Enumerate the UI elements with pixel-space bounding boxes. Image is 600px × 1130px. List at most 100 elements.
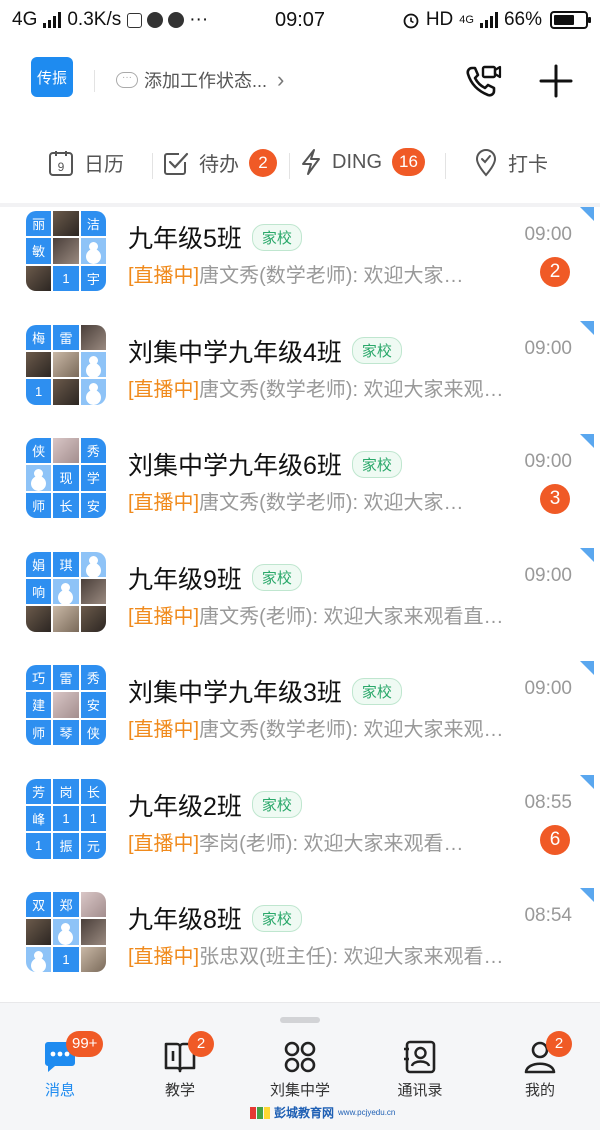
default-person-icon <box>26 946 52 972</box>
conversation-row[interactable]: 双郑 1 九年级8班 家校 08:54 [直播中]张忠双(班主任): 欢迎大家来观看… <box>0 888 600 1002</box>
group-type-tag: 家校 <box>351 337 402 364</box>
avatar-initial: 安 <box>80 692 106 718</box>
message-preview: [直播中]唐文秀(数学老师): 欢迎大家来观… <box>128 713 528 742</box>
avatar-initial: 峰 <box>26 805 52 832</box>
calendar-button[interactable]: 9 日历 <box>48 148 124 177</box>
group-avatar[interactable]: 双郑 1 <box>26 892 106 972</box>
tab-messages[interactable]: 99+ 消息 <box>0 1031 120 1100</box>
svg-text:9: 9 <box>58 160 65 174</box>
calendar-icon: 9 <box>49 150 73 176</box>
avatar-initial: 雷 <box>53 324 79 350</box>
preview-text: 唐文秀(数学老师): 欢迎大家来观… <box>199 719 504 741</box>
group-avatar[interactable]: 梅雷 1 <box>26 324 106 405</box>
drag-handle[interactable] <box>280 1017 320 1023</box>
group-type-tag: 家校 <box>351 450 402 478</box>
avatar-initial: 响 <box>26 578 52 605</box>
tab-contacts[interactable]: 通讯录 <box>360 1039 480 1100</box>
tab-profile[interactable]: 2 我的 <box>480 1031 600 1100</box>
preview-text: 张忠双(班主任): 欢迎大家来观看… <box>199 946 504 968</box>
message-preview: [直播中]唐文秀(老师): 欢迎大家来观看直… <box>128 600 528 629</box>
unread-badge: 6 <box>540 824 570 855</box>
conversation-time: 09:00 <box>524 678 572 699</box>
member-photo <box>80 578 106 605</box>
conversation-row[interactable]: 丽 洁敏 1 宇九年级5班 家校 09:00 [直播中]唐文秀(数学老师): 欢迎大家… 2 <box>0 207 600 321</box>
conversation-row[interactable]: 侠 秀现学师长安刘集中学九年级6班 家校 09:00 [直播中]唐文秀(数学老师): 欢… <box>0 434 600 548</box>
todo-button[interactable]: 待办 2 <box>163 148 277 177</box>
conversation-title: 九年级9班 <box>128 565 242 594</box>
conversation-title: 九年级5班 <box>128 225 242 253</box>
preview-text: 唐文秀(数学老师): 欢迎大家… <box>199 265 464 287</box>
avatar-initial: 宇 <box>80 265 106 291</box>
conversation-title: 刘集中学九年级4班 <box>128 338 342 367</box>
member-photo <box>80 919 106 945</box>
checkbox-icon <box>164 152 189 175</box>
member-photo <box>53 692 79 718</box>
live-indicator: [直播中] <box>128 832 200 855</box>
conversation-title: 刘集中学九年级3班 <box>128 679 342 707</box>
conversation-row[interactable]: 巧雷秀建 安师琴侠刘集中学九年级3班 家校 09:00 [直播中]唐文秀(数学老师): … <box>0 661 600 775</box>
punch-button[interactable]: 打卡 <box>474 148 548 177</box>
avatar-initial: 1 <box>53 946 79 972</box>
group-type-tag: 家校 <box>351 677 402 705</box>
hd-label: HD <box>425 9 454 30</box>
default-person-icon <box>26 465 52 491</box>
chuanzhen-button[interactable]: 传振 <box>31 57 73 97</box>
avatar-initial: 敏 <box>26 238 52 264</box>
avatar-initial: 1 <box>53 805 79 832</box>
grid-icon <box>284 1041 316 1073</box>
avatar-initial: 巧 <box>26 665 52 691</box>
avatar-initial: 芳 <box>26 778 52 804</box>
pinned-corner-marker <box>580 547 594 562</box>
pinned-corner-marker <box>580 207 594 221</box>
conversation-row[interactable]: 芳岗长峰 1 1 1 振元九年级2班 家校 08:55 [直播中]李岗(老师): 欢迎大家来观… <box>0 774 600 888</box>
conversation-time: 09:00 <box>524 224 572 245</box>
quick-divider <box>445 153 446 179</box>
member-photo <box>53 211 79 237</box>
tab-label: 教学 <box>164 1082 195 1099</box>
group-avatar[interactable]: 丽 洁敏1宇 <box>26 211 106 291</box>
video-call-icon[interactable] <box>464 62 504 100</box>
watermark-logo <box>250 1106 270 1119</box>
plus-icon[interactable] <box>537 62 575 100</box>
group-avatar[interactable]: 巧雷秀建 安师琴侠 <box>26 665 106 745</box>
member-photo <box>53 379 79 405</box>
quick-actions-bar: 9 日历 待办 2 DING 16 打卡 <box>0 130 600 198</box>
conversation-row[interactable]: 娟琪响九年级9班 家校 09:00 [直播中]唐文秀(老师): 欢迎大家来观看直… <box>0 547 600 661</box>
member-photo <box>53 606 79 632</box>
conversation-list: 丽洁敏 1 宇九年级5班 家校 09:00 [直播中]唐文秀(数学老师): 欢迎大家… 2 梅… <box>0 207 600 1002</box>
group-type-tag: 家校 <box>251 904 302 932</box>
status-bar: 4G 0.3K/s ··· 09:07 HD 4G 66% <box>0 0 600 40</box>
avatar-initial: 雷 <box>53 665 79 691</box>
live-indicator: [直播中] <box>128 605 200 628</box>
conversation-time: 09:00 <box>524 564 572 586</box>
conversation-row[interactable]: 梅雷 1 刘集中学九年级4班 家校 09:00 [直播中]唐文秀(数学老师): 欢迎大家来… <box>0 320 600 434</box>
tab-teaching[interactable]: 2 教学 <box>120 1031 240 1100</box>
avatar-initial: 长 <box>53 492 79 518</box>
chevron-right-icon: › <box>277 67 285 92</box>
avatar-initial: 丽 <box>26 211 52 237</box>
add-work-status-button[interactable]: ··· 添加工作状态... › <box>116 67 284 93</box>
group-avatar[interactable]: 娟琪响 <box>26 551 106 632</box>
tab-school[interactable]: 刘集中学 <box>240 1039 360 1100</box>
calendar-label: 日历 <box>84 154 124 176</box>
conversation-title-line: 刘集中学九年级3班 家校 <box>128 673 402 709</box>
group-avatar[interactable]: 侠 秀现学师长安 <box>26 438 106 518</box>
avatar-initial: 建 <box>26 692 52 718</box>
live-indicator: [直播中] <box>128 719 200 741</box>
avatar-initial: 娟 <box>26 551 52 577</box>
conversation-title-line: 刘集中学九年级6班 家校 <box>128 446 402 482</box>
avatar-initial: 侠 <box>80 719 106 745</box>
group-type-tag: 家校 <box>251 223 302 251</box>
message-preview: [直播中]唐文秀(数学老师): 欢迎大家来观… <box>128 373 528 402</box>
message-preview: [直播中]唐文秀(数学老师): 欢迎大家… <box>128 259 528 288</box>
watermark-text: 彭城教育网 <box>274 1106 335 1120</box>
default-person-icon <box>53 919 79 945</box>
conversation-time: 08:54 <box>524 905 572 926</box>
group-avatar[interactable]: 芳岗长峰111振元 <box>26 778 106 859</box>
teaching-badge: 2 <box>188 1031 214 1057</box>
default-person-icon <box>80 238 106 264</box>
ding-button[interactable]: DING 16 <box>300 148 425 176</box>
messages-badge: 99+ <box>66 1031 104 1057</box>
avatar-initial: 洁 <box>80 211 106 237</box>
live-indicator: [直播中] <box>128 265 200 287</box>
